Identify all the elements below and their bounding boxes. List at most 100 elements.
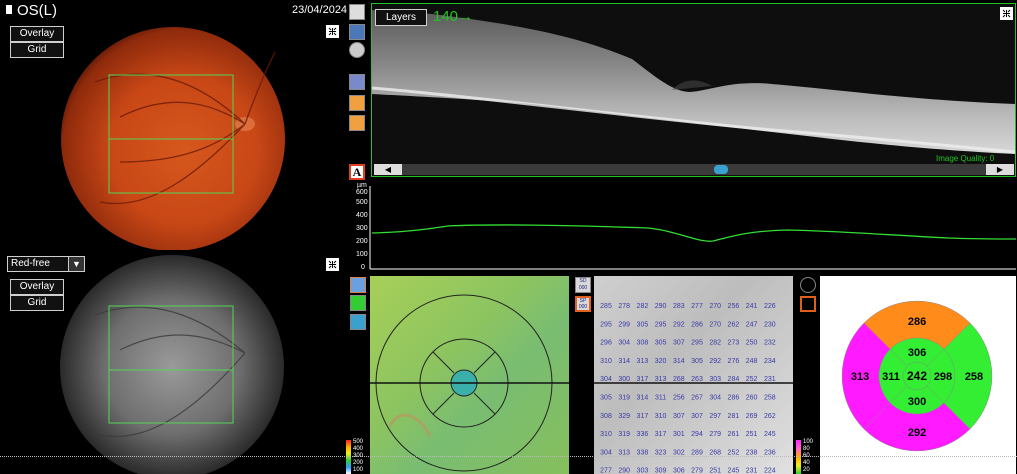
grid-cell-value: 251 (709, 468, 721, 474)
thickness-number-grid[interactable]: 285 278 282 290 283 277 270 256 241 226 295 299 305 2… (594, 276, 793, 474)
grid-cell-value: 232 (764, 340, 776, 347)
expand-icon[interactable] (326, 25, 339, 38)
scale-tick: 100 (353, 467, 364, 473)
image-mode-select[interactable]: Red-free ▼ (7, 256, 85, 272)
grid-button[interactable]: Grid (10, 295, 64, 311)
overlay-button[interactable]: Overlay (10, 26, 64, 42)
expand-icon[interactable] (326, 258, 339, 271)
scroll-thumb[interactable] (714, 165, 728, 174)
grid-cell-value: 317 (655, 431, 667, 438)
layer-stack-icon[interactable] (349, 74, 365, 90)
grid-cell-value: 296 (600, 340, 612, 347)
grid-cell-value: 314 (673, 358, 685, 365)
outer-temporal-value: 313 (851, 371, 869, 383)
eye-3d-icon[interactable] (349, 24, 365, 40)
scale-tick: 200 (353, 460, 364, 466)
grid-cell-value: 286 (691, 321, 703, 328)
slice-scrollbar[interactable]: ◀ ▶ (374, 164, 1014, 175)
grid-cell-value: 329 (618, 413, 630, 420)
inner-superior-value: 306 (908, 347, 926, 359)
grid-cell-value: 304 (618, 340, 630, 347)
eye-icon (6, 5, 12, 14)
layers-button[interactable]: Layers (375, 9, 427, 26)
grid-cell-value: 299 (618, 321, 630, 328)
image-mode-value: Red-free (11, 258, 50, 269)
scroll-right-icon[interactable]: ▶ (986, 164, 1014, 175)
grid-cell-value: 295 (600, 321, 612, 328)
grid-cell-value: 277 (691, 303, 703, 310)
map-flat-icon[interactable] (350, 295, 366, 311)
grid-cell-value: 304 (600, 376, 612, 383)
grid-cell-value: 256 (728, 303, 740, 310)
annotation-icon[interactable]: A (349, 164, 365, 180)
grid-cell-value: 282 (709, 340, 721, 347)
grid-cell-value: 307 (691, 413, 703, 420)
status-divider (0, 456, 1017, 457)
grid-cell-value: 305 (600, 395, 612, 402)
grid-cell-value: 292 (709, 358, 721, 365)
profile-icon[interactable] (349, 95, 365, 111)
grid-cell-value: 314 (618, 358, 630, 365)
grid-cell-value: 309 (655, 468, 667, 474)
grid-cell-value: 267 (691, 395, 703, 402)
thickness-curve (371, 224, 1016, 242)
inner-nasal-value: 298 (934, 371, 952, 383)
ruler-icon[interactable] (349, 115, 365, 131)
map-tilt-icon[interactable] (350, 314, 366, 330)
bscan-panel[interactable]: Layers 140→ Image Quality: 0 ◀ ▶ (371, 3, 1016, 177)
overlay-button[interactable]: Overlay (10, 279, 64, 295)
grid-cell-value: 319 (618, 395, 630, 402)
grid-cell-value: 241 (746, 303, 758, 310)
grid-cell-value: 317 (637, 376, 649, 383)
tick-label: 0 (361, 264, 365, 271)
grid-cell-value: 320 (655, 358, 667, 365)
grid-cell-value: 305 (655, 340, 667, 347)
thickness-color-map[interactable] (370, 276, 569, 474)
etdrs-sector-icon[interactable] (800, 296, 816, 312)
scale-tick: 20 (803, 467, 810, 473)
grid-cell-value: 306 (673, 468, 685, 474)
thickness-profile-chart: µm 600 500 400 300 200 100 0 (348, 181, 1016, 273)
grid-cell-value: 245 (764, 431, 776, 438)
center-value: 242 (907, 369, 927, 383)
grid-cell-value: 226 (764, 303, 776, 310)
tick-label: 400 (356, 212, 368, 219)
grid-cell-value: 305 (691, 358, 703, 365)
outer-superior-value: 286 (908, 316, 926, 328)
chevron-down-icon[interactable]: ▼ (68, 257, 84, 271)
fundus-image (60, 255, 284, 474)
tick-label: 500 (356, 199, 368, 206)
etdrs-circle-icon[interactable] (800, 277, 816, 293)
target-icon[interactable] (349, 42, 365, 58)
color-fundus-panel[interactable]: Overlay Grid (0, 22, 345, 250)
sd-label: SD (579, 278, 587, 284)
grid-cell-value: 260 (746, 395, 758, 402)
layers-tool-icon[interactable] (349, 4, 365, 20)
grid-cell-value: 310 (600, 358, 612, 365)
grid-cell-value: 300 (618, 376, 630, 383)
scroll-left-icon[interactable]: ◀ (374, 164, 402, 175)
expand-icon[interactable] (1000, 7, 1013, 20)
grid-button[interactable]: Grid (10, 42, 64, 58)
grid-cell-value: 258 (764, 395, 776, 402)
grid-cell-value: 317 (637, 413, 649, 420)
scale-tick: 80 (803, 446, 810, 452)
red-free-fundus-panel[interactable]: Red-free ▼ Overlay Grid (0, 255, 345, 474)
grid-cell-value: 290 (655, 303, 667, 310)
grid-cell-value: 282 (637, 303, 649, 310)
inner-temporal-value: 311 (882, 371, 900, 383)
sd-button[interactable]: SD 000 (575, 277, 591, 293)
grid-cell-value: 250 (746, 340, 758, 347)
map-3d-icon[interactable] (350, 277, 366, 293)
scale-tick: 40 (803, 460, 810, 466)
grid-cell-value: 301 (673, 431, 685, 438)
scale-tick: 400 (353, 446, 364, 452)
grid-cell-value: 307 (673, 340, 685, 347)
grid-cell-value: 311 (655, 395, 666, 402)
sp-button[interactable]: SP 000 (575, 296, 591, 312)
tick-label: 600 (356, 189, 368, 196)
grid-cell-value: 281 (728, 413, 740, 420)
grid-cell-value: 270 (709, 321, 721, 328)
grid-cell-value: 308 (600, 413, 612, 420)
grid-cell-value: 251 (746, 431, 758, 438)
